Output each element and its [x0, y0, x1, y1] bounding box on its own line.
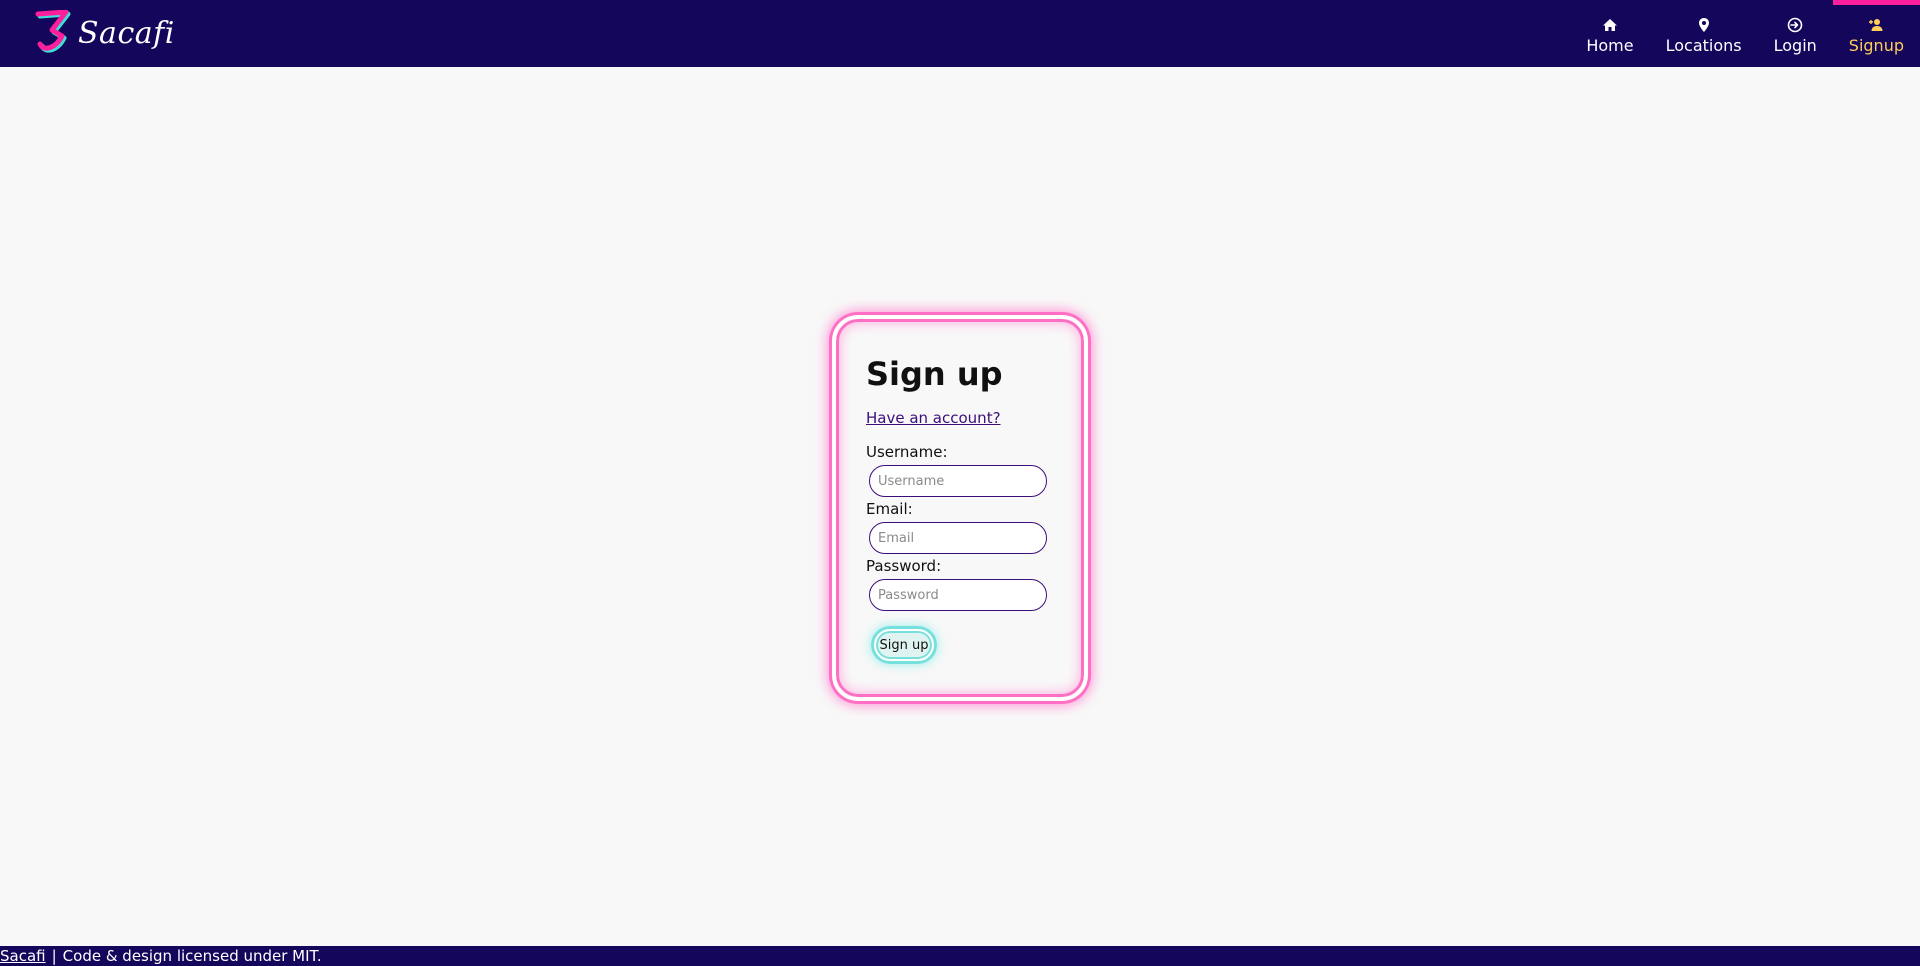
footer: Sacafi | Code & design licensed under MI…: [0, 946, 1920, 966]
username-input[interactable]: [869, 465, 1047, 497]
email-input[interactable]: [869, 522, 1047, 554]
email-label: Email:: [866, 500, 913, 518]
home-icon: [1602, 19, 1617, 31]
add-user-icon: [1869, 19, 1883, 31]
password-label: Password:: [866, 557, 942, 575]
nav-label-home: Home: [1586, 36, 1634, 55]
top-navbar: Sacafi Home Locations Login Signup: [0, 0, 1920, 67]
footer-sacafi-link[interactable]: Sacafi: [0, 946, 46, 966]
sign-up-button[interactable]: Sign up: [874, 629, 934, 661]
brand-home-link[interactable]: Sacafi: [34, 10, 175, 56]
main-nav: Home Locations Login Signup: [1570, 0, 1920, 67]
have-account-link[interactable]: Have an account?: [866, 409, 1001, 427]
nav-label-signup: Signup: [1848, 36, 1904, 55]
nav-item-home[interactable]: Home: [1570, 0, 1649, 67]
nav-label-login: Login: [1773, 36, 1817, 55]
username-label: Username:: [866, 443, 948, 461]
nav-label-locations: Locations: [1665, 36, 1742, 55]
nav-item-signup[interactable]: Signup: [1832, 0, 1920, 67]
nav-item-login[interactable]: Login: [1758, 0, 1833, 67]
footer-separator: |: [51, 947, 57, 965]
map-pin-icon: [1698, 18, 1709, 32]
signup-card: Sign up Have an account? Username: Email…: [832, 315, 1088, 701]
password-input[interactable]: [869, 579, 1047, 611]
page-title: Sign up: [866, 355, 1003, 393]
footer-license-text: Code & design licensed under MIT.: [62, 947, 322, 965]
login-icon: [1787, 17, 1803, 33]
sacafi-logo-icon: [35, 10, 71, 53]
nav-item-locations[interactable]: Locations: [1650, 0, 1758, 67]
brand-name: Sacafi: [78, 15, 175, 51]
